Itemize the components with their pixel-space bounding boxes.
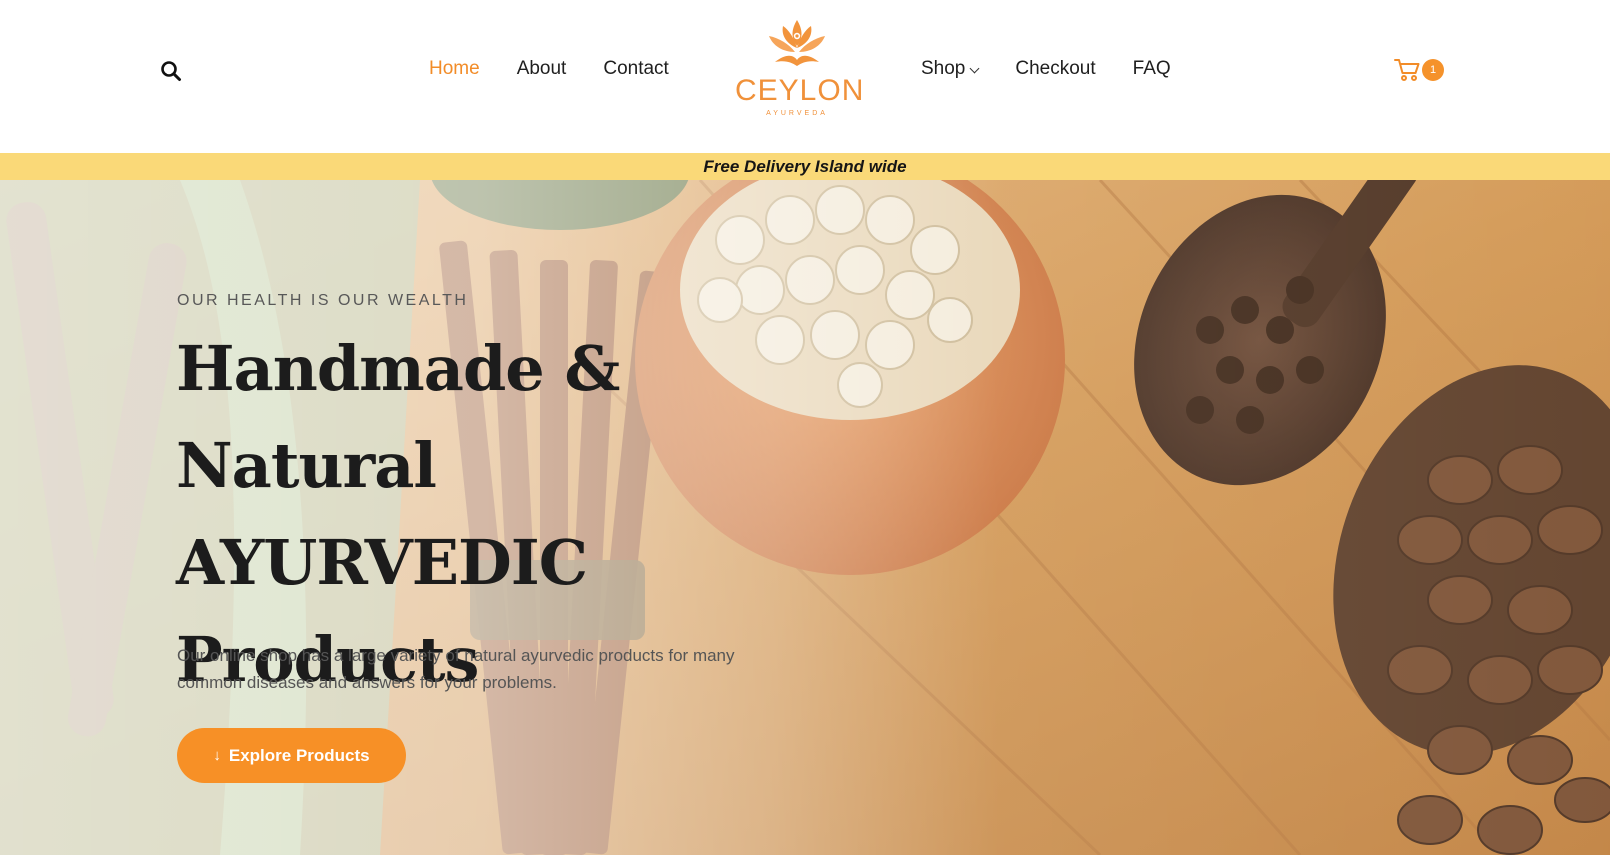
nav-faq[interactable]: FAQ bbox=[1133, 58, 1171, 80]
nav-home[interactable]: Home bbox=[429, 58, 480, 80]
main-nav-left: Home About Contact bbox=[429, 58, 706, 80]
logo-tagline: AYURVEDA bbox=[766, 110, 828, 117]
nav-contact[interactable]: Contact bbox=[603, 58, 668, 80]
promo-banner: Free Delivery Island wide bbox=[0, 153, 1610, 180]
nav-shop[interactable]: Shop bbox=[921, 58, 980, 80]
nav-checkout[interactable]: Checkout bbox=[1015, 58, 1095, 80]
explore-products-label: Explore Products bbox=[228, 745, 370, 765]
site-logo[interactable]: CEYLON AYURVEDA bbox=[735, 16, 865, 122]
cart-icon bbox=[1394, 59, 1420, 81]
nav-shop-label: Shop bbox=[921, 58, 966, 79]
lotus-logo-icon bbox=[769, 20, 825, 66]
hero-headline-line-1: Handmade & bbox=[176, 332, 620, 405]
main-nav-right: Shop Checkout FAQ bbox=[921, 58, 1208, 80]
arrow-down-icon: ↓ bbox=[213, 747, 221, 764]
explore-products-button[interactable]: ↓ Explore Products bbox=[177, 728, 406, 783]
hero-description: Our online shop has a large variety of n… bbox=[177, 646, 735, 692]
logo-wordmark: CEYLON bbox=[735, 74, 865, 107]
hero-headline-line-2: Natural AYURVEDIC bbox=[176, 429, 588, 599]
cart-button[interactable]: 1 bbox=[1394, 57, 1446, 85]
site-header: Home About Contact CEYLON AYURVEDA Shop … bbox=[0, 0, 1610, 153]
hero-eyebrow: OUR HEALTH IS OUR WEALTH bbox=[177, 292, 469, 309]
cart-count-badge: 1 bbox=[1422, 59, 1444, 81]
search-icon[interactable] bbox=[160, 60, 182, 82]
hero-section: OUR HEALTH IS OUR WEALTH Handmade & Natu… bbox=[0, 180, 1610, 855]
chevron-down-icon bbox=[969, 63, 980, 73]
nav-about[interactable]: About bbox=[517, 58, 567, 80]
